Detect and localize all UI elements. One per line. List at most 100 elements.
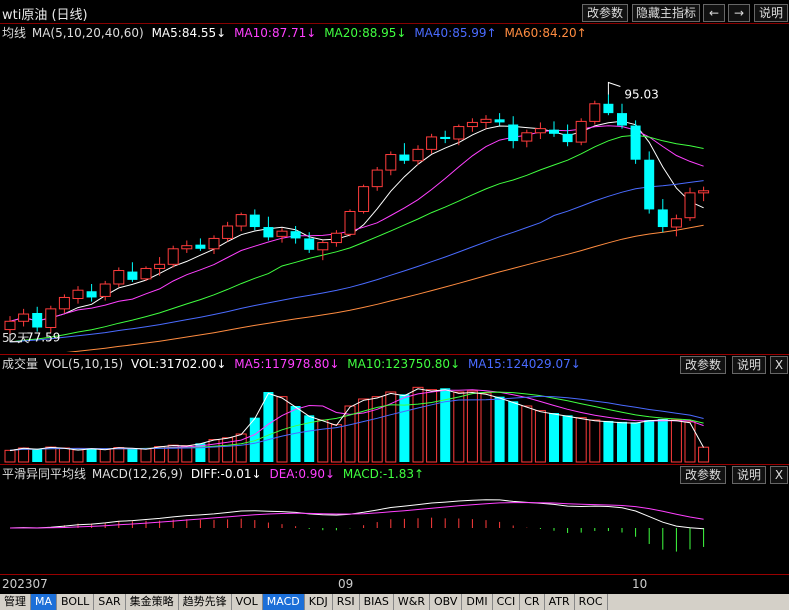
vol-help-button[interactable]: 说明 [732, 356, 766, 374]
tab-boll[interactable]: BOLL [57, 594, 95, 610]
candle-body [644, 159, 655, 210]
tab-roc[interactable]: ROC [575, 594, 608, 610]
candle-body [617, 113, 627, 126]
candle-body [399, 154, 410, 161]
candle-body [344, 211, 356, 235]
tab-macd[interactable]: MACD [262, 594, 305, 610]
candle-body [549, 129, 559, 134]
tab-vol[interactable]: VOL [232, 594, 263, 610]
candle-body [371, 169, 383, 188]
volume-bar [644, 420, 655, 462]
volume-bar [249, 417, 260, 462]
volume-bar [617, 421, 627, 462]
volume-bar [670, 419, 682, 463]
volume-bar [630, 422, 641, 462]
candle-body [358, 186, 370, 212]
volume-bar [466, 390, 478, 463]
tab-管理[interactable]: 管理 [0, 594, 31, 610]
help-button[interactable]: 说明 [754, 4, 788, 22]
candle-body [466, 121, 478, 128]
vol-ma15-label: MA15:124029.07↓ [467, 357, 581, 371]
volume-bar [208, 439, 220, 463]
candle-body [480, 118, 492, 123]
x-axis-label: 10 [632, 577, 648, 591]
candle-body [113, 270, 125, 285]
candle-body [249, 214, 260, 228]
tab-ma[interactable]: MA [31, 594, 58, 610]
ma60-line [66, 224, 704, 352]
tab-cr[interactable]: CR [520, 594, 545, 610]
volume-bar [549, 413, 559, 462]
candle-body [684, 192, 696, 219]
candle-body [521, 132, 533, 142]
price-legend-name: 均线 [2, 26, 27, 40]
ma40-label: MA40:85.99↑ [414, 26, 497, 40]
tab-kdj[interactable]: KDJ [305, 594, 333, 610]
tab-obv[interactable]: OBV [430, 594, 463, 610]
arrow-right-icon[interactable]: → [728, 4, 750, 22]
vol-edit-params-button[interactable]: 改参数 [680, 356, 726, 374]
low-label: 77.59 [26, 331, 60, 345]
volume-legend-params: VOL(5,10,15) [43, 357, 124, 371]
volume-legend: 成交量 VOL(5,10,15) VOL:31702.00↓ MA5:11797… [2, 356, 581, 372]
volume-bar [453, 391, 465, 463]
candle-body [330, 232, 342, 244]
ma40-line [9, 180, 704, 343]
volume-bar [575, 417, 587, 463]
edit-params-button[interactable]: 改参数 [582, 4, 628, 22]
volume-chart[interactable] [0, 374, 789, 464]
ma10-label: MA10:87.71↓ [234, 26, 317, 40]
macd-legend-name: 平滑异同平均线 [2, 467, 87, 481]
high-marker [607, 81, 621, 95]
candle-body [508, 124, 519, 142]
price-chart[interactable]: 95.03 77.59 [0, 42, 789, 352]
candle-body [154, 263, 166, 269]
ma20-line [9, 134, 704, 343]
volume-bar [684, 421, 696, 463]
tab-sar[interactable]: SAR [94, 594, 126, 610]
volume-bar [426, 389, 438, 463]
macd-legend: 平滑异同平均线 MACD(12,26,9) DIFF:-0.01↓ DEA:0.… [2, 466, 424, 482]
high-label: 95.03 [624, 87, 658, 101]
tab-w&r[interactable]: W&R [394, 594, 430, 610]
header-bar: wti原油 (日线) 改参数 隐藏主指标 ← → 说明 [0, 0, 789, 24]
volume-bar [534, 410, 546, 463]
dea-label: DEA:0.90↓ [269, 467, 336, 481]
volume-bar [32, 448, 43, 462]
divider [0, 354, 789, 355]
volume-bar [140, 448, 152, 463]
diff-label: DIFF:-0.01↓ [190, 467, 262, 481]
tab-bias[interactable]: BIAS [360, 594, 394, 610]
price-legend-params: MA(5,10,20,40,60) [31, 26, 144, 40]
candle-body [630, 125, 641, 160]
candle-body [575, 120, 587, 143]
price-legend: 均线 MA(5,10,20,40,60) MA5:84.55↓ MA10:87.… [2, 25, 587, 41]
volume-bar [657, 419, 668, 462]
ma60-label: MA60:84.20↑ [504, 26, 587, 40]
tab-rsi[interactable]: RSI [333, 594, 360, 610]
candle-body [494, 119, 505, 123]
candle-body [222, 225, 234, 239]
candle-body [453, 126, 465, 140]
candle-body [45, 308, 57, 329]
macd-chart[interactable] [0, 482, 789, 574]
volume-bar [698, 446, 710, 463]
tab-atr[interactable]: ATR [545, 594, 575, 610]
candle-body [4, 320, 16, 331]
candle-body [127, 271, 138, 280]
vol-close-icon[interactable]: X [770, 356, 788, 374]
tab-趋势先锋[interactable]: 趋势先锋 [179, 594, 232, 610]
arrow-left-icon[interactable]: ← [703, 4, 725, 22]
x-axis-label: 202307 [2, 577, 48, 591]
candle-body [140, 267, 152, 280]
volume-bar [86, 448, 97, 462]
candle-body [290, 231, 301, 239]
volume-bar [99, 448, 111, 463]
hide-main-indicator-button[interactable]: 隐藏主指标 [632, 4, 700, 22]
candle-body [385, 154, 397, 171]
tab-cci[interactable]: CCI [493, 594, 521, 610]
candle-body [263, 227, 274, 238]
tab-集金策略[interactable]: 集金策略 [126, 594, 179, 610]
tab-dmi[interactable]: DMI [462, 594, 493, 610]
ma5-label: MA5:84.55↓ [151, 26, 227, 40]
